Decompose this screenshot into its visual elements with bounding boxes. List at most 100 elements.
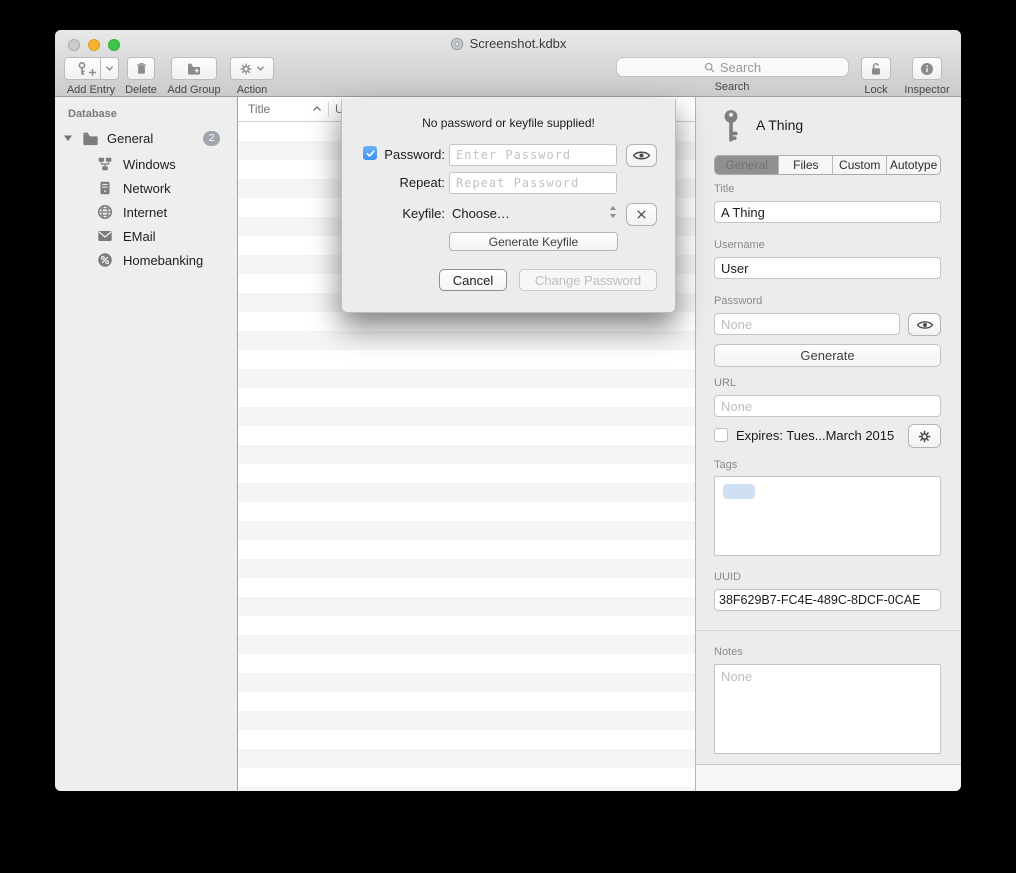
envelope-icon [96,227,114,245]
username-label: Username [714,239,765,251]
inspector-label: Inspector [904,84,949,96]
title-bar[interactable]: Screenshot.kdbx Add Entry Delete [55,30,961,97]
tab-general[interactable]: General [715,156,779,174]
network-computers-icon [96,155,114,173]
sidebar-item-label: Homebanking [123,253,203,268]
app-window: Screenshot.kdbx Add Entry Delete [55,30,961,791]
tags-field[interactable] [714,476,941,556]
add-entry-dropdown[interactable] [101,57,119,80]
section-divider [696,630,961,631]
notes-label: Notes [714,646,743,658]
search-placeholder: Search [720,60,761,75]
password-field[interactable] [714,313,900,335]
sidebar-item-label: Windows [123,157,176,172]
keyfile-label: Keyfile: [378,206,445,221]
gear-icon [917,429,932,444]
chevron-down-icon [256,64,265,73]
username-field[interactable] [714,257,941,279]
change-password-label: Change Password [535,273,641,288]
sidebar-item-email[interactable]: EMail [55,224,237,248]
change-password-button[interactable]: Change Password [519,269,657,291]
reveal-password-button[interactable] [626,144,657,167]
globe-icon [96,203,114,221]
eye-icon [632,149,651,162]
eye-icon [916,319,934,331]
tab-autotype[interactable]: Autotype [887,156,940,174]
inspector-tabs: General Files Custom Autotype [714,155,941,175]
trash-icon [134,61,149,76]
document-icon [450,37,464,51]
inspector-footer [696,764,961,791]
title-field[interactable] [714,201,941,223]
title-label: Title [714,183,734,195]
password-label: Password: [378,147,445,162]
url-field[interactable] [714,395,941,417]
lock-label: Lock [864,84,887,96]
sheet-message: No password or keyfile supplied! [342,116,675,130]
add-entry-label: Add Entry [67,84,115,96]
enter-password-input[interactable] [449,144,617,166]
window-title: Screenshot.kdbx [470,36,567,51]
inspector-button[interactable] [912,57,942,80]
delete-button[interactable] [127,57,155,80]
column-label: Title [248,102,270,116]
sidebar-item-homebanking[interactable]: Homebanking [55,248,237,272]
folder-icon [81,129,100,148]
repeat-password-input[interactable] [449,172,617,194]
uuid-label: UUID [714,571,741,583]
keyfile-popup[interactable]: Choose… [452,206,510,221]
stepper-icon[interactable] [608,204,618,220]
tab-custom[interactable]: Custom [833,156,887,174]
clear-keyfile-button[interactable] [626,203,657,226]
inspector-panel: A Thing General Files Custom Autotype Ti… [696,97,961,791]
sidebar-item-network[interactable]: Network [55,176,237,200]
folder-plus-icon [186,61,202,77]
tags-label: Tags [714,459,737,471]
generate-keyfile-button[interactable]: Generate Keyfile [449,232,618,251]
uuid-field[interactable] [714,589,941,611]
sidebar-item-windows[interactable]: Windows [55,152,237,176]
reveal-password-button[interactable] [908,313,941,336]
sidebar: Database General 2 Windows Network Inter… [55,97,237,791]
action-label: Action [237,84,268,96]
change-password-sheet: No password or keyfile supplied! Passwor… [341,99,676,313]
lock-button[interactable] [861,57,891,80]
percent-icon [96,251,114,269]
entry-count-badge: 2 [203,131,220,146]
add-group-button[interactable] [171,57,217,80]
cancel-button[interactable]: Cancel [439,269,507,291]
search-icon [703,61,716,74]
sidebar-item-general[interactable]: General 2 [55,126,237,150]
password-label: Password [714,295,762,307]
column-header-title[interactable]: Title [238,102,328,116]
disclosure-triangle-icon[interactable] [63,134,73,142]
generate-password-button[interactable]: Generate [714,344,941,367]
checkmark-icon [365,148,376,159]
repeat-label: Repeat: [378,175,445,190]
entry-title: A Thing [756,117,803,133]
sidebar-item-internet[interactable]: Internet [55,200,237,224]
delete-label: Delete [125,84,157,96]
tag-pill[interactable] [723,484,755,499]
chevron-down-icon [105,64,114,73]
sort-ascending-icon [312,105,322,113]
expires-checkbox[interactable] [714,428,728,442]
notes-field[interactable] [714,664,941,754]
key-icon [720,109,742,143]
sidebar-item-label: Network [123,181,171,196]
action-button[interactable] [230,57,274,80]
lock-open-icon [868,61,884,77]
sidebar-header: Database [68,108,117,120]
url-label: URL [714,377,736,389]
tab-files[interactable]: Files [779,156,833,174]
add-entry-button[interactable] [64,57,119,80]
generate-keyfile-label: Generate Keyfile [489,235,578,249]
sidebar-item-label: General [107,131,153,146]
generate-label: Generate [800,348,854,363]
add-group-label: Add Group [167,84,220,96]
expires-label: Expires: Tues...March 2015 [736,428,894,443]
info-icon [919,61,935,77]
search-input[interactable]: Search [616,57,849,77]
password-checkbox[interactable] [363,146,377,160]
expires-options-button[interactable] [908,424,941,448]
